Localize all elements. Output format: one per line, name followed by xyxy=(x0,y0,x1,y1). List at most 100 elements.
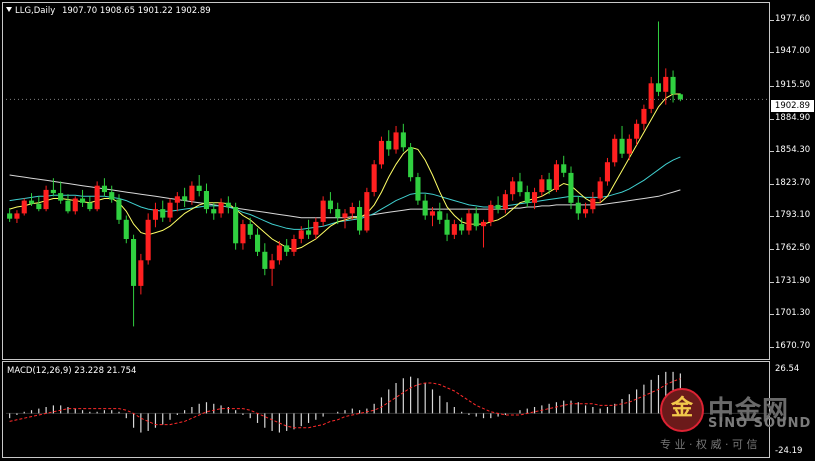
candle-body xyxy=(58,193,64,201)
price-axis-label: 1947.00 xyxy=(775,46,811,57)
candle-body xyxy=(313,221,319,235)
candle-body xyxy=(21,200,27,214)
candle-body xyxy=(145,219,151,261)
price-axis-label: 1731.90 xyxy=(775,275,811,286)
candle-body xyxy=(7,213,13,219)
candle-body xyxy=(364,192,370,231)
candle-body xyxy=(276,245,282,261)
candle-body xyxy=(626,138,632,154)
candle-body xyxy=(532,192,538,203)
price-axis-tick xyxy=(770,118,774,120)
candle-body xyxy=(590,198,596,210)
watermark-en: SINO SOUND xyxy=(708,416,812,431)
price-axis-label: 1915.50 xyxy=(775,79,811,90)
candle-body xyxy=(36,203,42,210)
candle-body xyxy=(138,260,144,286)
candle-body xyxy=(50,189,56,194)
candle-body xyxy=(247,224,253,235)
candle-body xyxy=(444,219,450,235)
price-axis-label: 1793.10 xyxy=(775,210,811,221)
price-axis-label: 1762.50 xyxy=(775,243,811,254)
price-axis-tick xyxy=(770,346,774,348)
candle-body xyxy=(619,138,625,154)
candle-body xyxy=(459,224,465,231)
candle-body xyxy=(357,207,363,231)
candle-body xyxy=(422,200,428,216)
candle-body xyxy=(670,76,676,94)
price-axis-label: 1701.30 xyxy=(775,308,811,319)
candle-body xyxy=(203,191,209,210)
candle-body xyxy=(255,234,261,252)
candle-body xyxy=(116,199,122,220)
candle-body xyxy=(597,181,603,199)
candle-body xyxy=(655,83,661,92)
price-axis-tick xyxy=(770,281,774,283)
candle-body xyxy=(641,108,647,124)
current-price-marker: 1902.89 xyxy=(771,100,814,112)
candle-body xyxy=(152,209,158,220)
candle-body xyxy=(189,185,195,201)
candle-body xyxy=(131,239,137,286)
candle-body xyxy=(123,219,129,239)
candle-body xyxy=(663,76,669,92)
candle-body xyxy=(539,179,545,193)
candle-body xyxy=(94,185,100,210)
price-axis-tick xyxy=(770,216,774,218)
candle-body xyxy=(648,83,654,109)
macd-axis-top: 26.54 xyxy=(775,364,800,374)
price-axis-label: 1977.60 xyxy=(775,13,811,24)
chart-header: LLG,Daily 1907.70 1908.65 1901.22 1902.8… xyxy=(6,6,211,16)
candle-body xyxy=(349,207,355,214)
candle-body xyxy=(517,181,523,193)
candle-body xyxy=(481,221,487,227)
candle-body xyxy=(612,138,618,163)
candle-body xyxy=(87,202,93,210)
candle-body xyxy=(167,202,173,218)
candle-body xyxy=(182,196,188,201)
candle-body xyxy=(561,164,567,173)
candle-body xyxy=(473,213,479,227)
macd-signal-line xyxy=(9,378,681,429)
candle-body xyxy=(29,200,35,204)
candle-body xyxy=(495,204,501,210)
candle-body xyxy=(400,132,406,148)
candle-body xyxy=(546,179,552,190)
price-axis-label: 1670.70 xyxy=(775,340,811,351)
sinosound-logo-icon: 金 xyxy=(660,388,704,432)
candle-body xyxy=(174,196,180,203)
dropdown-triangle-icon[interactable] xyxy=(6,7,12,12)
candle-body xyxy=(211,209,217,214)
candle-body xyxy=(284,245,290,252)
macd-label: MACD(12,26,9) 23.228 21.754 xyxy=(7,366,137,376)
price-axis-label: 1884.90 xyxy=(775,112,811,123)
price-axis-tick xyxy=(770,19,774,21)
candle-body xyxy=(320,200,326,222)
watermark-sub: 专 业 · 权 威 · 可 信 xyxy=(660,438,758,451)
candle-body xyxy=(65,200,71,212)
price-axis-label: 1854.30 xyxy=(775,145,811,156)
price-axis-tick xyxy=(770,183,774,185)
candle-body xyxy=(196,185,202,191)
candle-body xyxy=(240,224,246,244)
candle-body xyxy=(80,198,86,203)
candle-body xyxy=(466,213,472,231)
chart-window[interactable]: LLG,Daily 1907.70 1908.65 1901.22 1902.8… xyxy=(0,0,815,461)
candle-body xyxy=(378,140,384,165)
candle-body xyxy=(218,202,224,214)
price-axis-tick xyxy=(770,85,774,87)
candle-body xyxy=(429,211,435,216)
candle-body xyxy=(14,213,20,219)
candle-body xyxy=(386,140,392,150)
price-axis-tick xyxy=(770,249,774,251)
candle-body xyxy=(371,164,377,192)
candle-body xyxy=(568,172,574,203)
candle-body xyxy=(327,200,333,210)
candle-body xyxy=(583,209,589,214)
candle-body xyxy=(634,123,640,139)
candle-body xyxy=(291,239,297,252)
candle-body xyxy=(415,177,421,201)
candle-body xyxy=(269,260,275,269)
candle-body xyxy=(225,202,231,207)
price-axis-tick xyxy=(770,151,774,153)
candle-body xyxy=(335,209,341,218)
